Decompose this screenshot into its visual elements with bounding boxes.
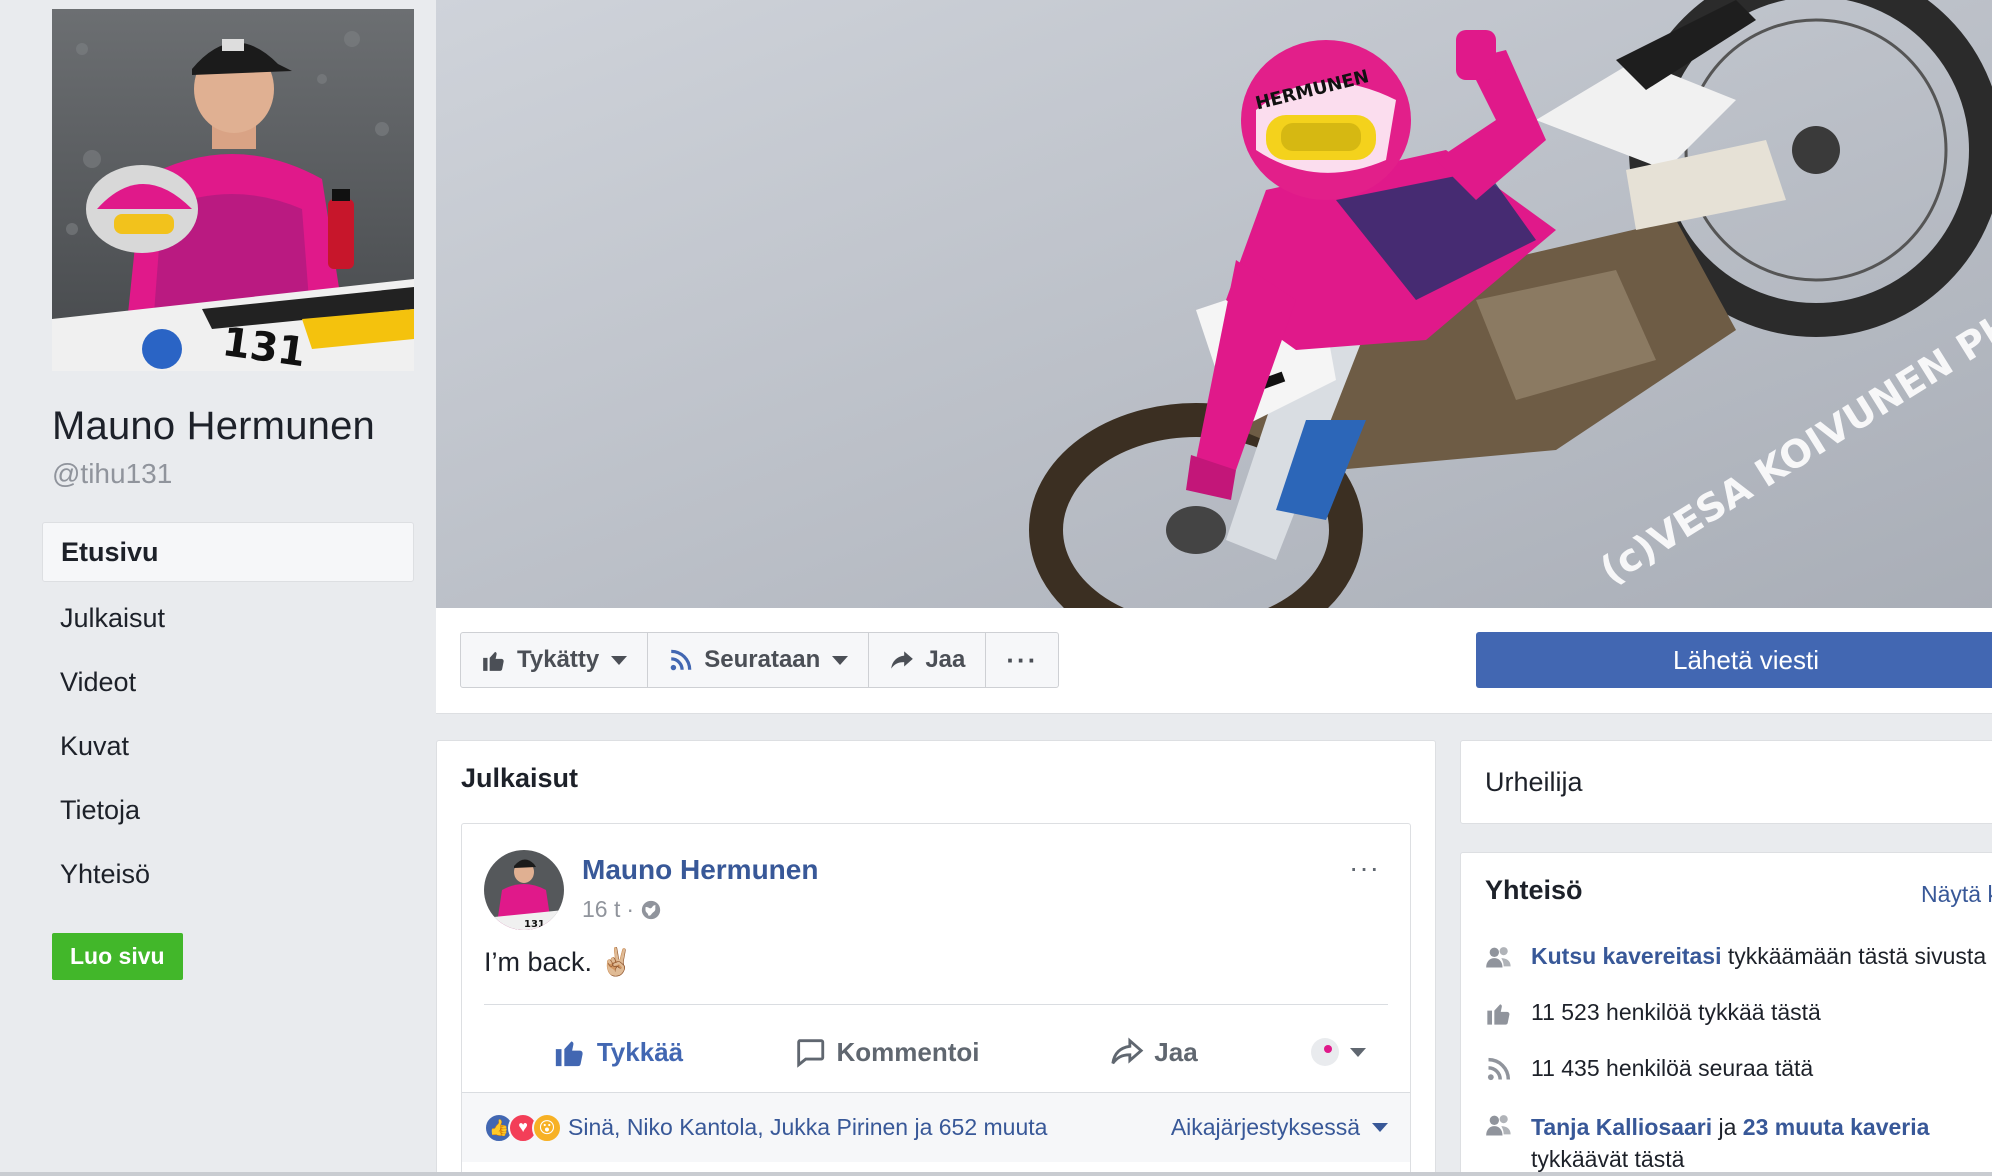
more-friends-link[interactable]: 23 muuta kaveria <box>1743 1114 1930 1140</box>
like-button[interactable]: Tykkää <box>484 1035 752 1069</box>
reaction-icons[interactable]: 👍 ♥ 😮 <box>484 1112 562 1143</box>
posts-heading[interactable]: Julkaisut <box>461 763 578 794</box>
invite-friends-row: Kutsu kavereitasi tykkäämään tästä sivus… <box>1485 943 1986 971</box>
post-options-button[interactable]: ··· <box>1349 852 1380 884</box>
share-label: Jaa <box>925 646 966 673</box>
comment-button[interactable]: Kommentoi <box>752 1035 1020 1069</box>
comment-icon <box>796 1039 824 1068</box>
reactions-bar: 👍 ♥ 😮 Sinä, Niko Kantola, Jukka Pirinen … <box>462 1092 1410 1162</box>
cover-photo-illustration: 1 HERMUNEN (c)VESA KOIVUNEN PHOTOGRAPHY <box>436 0 1992 608</box>
left-navigation: Etusivu Julkaisut Videot Kuvat Tietoja Y… <box>42 522 414 906</box>
reactions-summary[interactable]: Sinä, Niko Kantola, Jukka Pirinen ja 652… <box>568 1114 1047 1141</box>
follows-count-text: 11 435 henkilöä seuraa tätä <box>1531 1055 1814 1081</box>
post-meta: 16 t · <box>582 896 662 923</box>
chevron-down-icon <box>611 655 628 665</box>
see-all-link[interactable]: Näytä kaikki <box>1921 881 1992 908</box>
friend-link[interactable]: Tanja Kalliosaari <box>1531 1114 1712 1140</box>
likes-count-row: 11 523 henkilöä tykkää tästä <box>1485 999 1821 1027</box>
share-arrow-icon <box>891 651 914 669</box>
post-card: 131 Mauno Hermunen 16 t · ··· I’m back. … <box>461 823 1411 1176</box>
likes-count-text: 11 523 henkilöä tykkää tästä <box>1531 999 1821 1025</box>
post-author-avatar[interactable]: 131 <box>484 850 564 930</box>
thumbs-up-icon <box>555 1041 583 1067</box>
profile-photo-illustration: 131 <box>52 9 414 371</box>
comment-label: Kommentoi <box>836 1036 980 1067</box>
rss-icon <box>670 649 692 671</box>
friends-like-text: tykkäävät tästä <box>1531 1146 1685 1172</box>
posts-section: Julkaisut 131 Mauno Hermunen 16 t · ··· … <box>436 740 1436 1176</box>
create-page-button[interactable]: Luo sivu <box>52 933 183 980</box>
reaction-identity-selector[interactable] <box>1288 1037 1388 1067</box>
send-message-button[interactable]: Lähetä viesti <box>1476 632 1992 688</box>
meta-separator: · <box>626 896 635 922</box>
thumbs-up-icon <box>483 651 504 671</box>
following-button[interactable]: Seurataan <box>648 633 870 687</box>
globe-icon[interactable] <box>640 899 662 921</box>
nav-item-etusivu[interactable]: Etusivu <box>42 522 414 582</box>
page-avatar-icon <box>1311 1038 1339 1066</box>
thumbs-up-icon <box>1487 1004 1510 1025</box>
post-author-name[interactable]: Mauno Hermunen <box>582 854 818 886</box>
friends-icon <box>1486 1115 1511 1136</box>
page-actions-group: Tykätty Seurataan Jaa ··· <box>460 632 1060 688</box>
nav-item-kuvat[interactable]: Kuvat <box>42 714 414 778</box>
community-card: Yhteisö Näytä kaikki Kutsu kavereitasi t… <box>1460 852 1992 1176</box>
rss-icon <box>1487 1057 1511 1081</box>
friends-join-text: ja <box>1718 1114 1737 1140</box>
category-card: Urheilija <box>1460 740 1992 824</box>
liked-button[interactable]: Tykätty <box>461 633 649 687</box>
share-arrow-icon <box>1111 1037 1144 1065</box>
friends-icon <box>1486 947 1511 968</box>
chevron-down-icon <box>832 655 849 665</box>
invite-text: tykkäämään tästä sivusta <box>1727 943 1987 969</box>
share-page-button[interactable]: Jaa <box>869 633 987 687</box>
wow-reaction-icon: 😮 <box>532 1112 562 1143</box>
comment-sort-dropdown[interactable]: Aikajärjestyksessä <box>1171 1114 1388 1141</box>
like-label: Tykkää <box>596 1036 684 1067</box>
post-text: I’m back. ✌🏼 <box>484 947 634 977</box>
share-post-button[interactable]: Jaa <box>1020 1035 1288 1069</box>
sort-label: Aikajärjestyksessä <box>1170 1114 1360 1140</box>
more-options-button[interactable]: ··· <box>986 633 1058 687</box>
nav-item-tietoja[interactable]: Tietoja <box>42 778 414 842</box>
chevron-down-icon <box>1372 1123 1388 1132</box>
divider <box>484 1004 1388 1005</box>
avatar-illustration: 131 <box>484 850 564 930</box>
liked-label: Tykätty <box>517 646 600 673</box>
following-label: Seurataan <box>704 646 821 673</box>
svg-text:131: 131 <box>524 919 545 930</box>
follows-count-row: 11 435 henkilöä seuraa tätä <box>1485 1055 1813 1083</box>
page-category[interactable]: Urheilija <box>1485 767 1583 798</box>
page-name[interactable]: Mauno Hermunen <box>52 404 375 449</box>
share-label: Jaa <box>1154 1036 1198 1067</box>
nav-item-julkaisut[interactable]: Julkaisut <box>42 586 414 650</box>
cover-photo[interactable]: 1 HERMUNEN (c)VESA KOIVUNEN PHOTOGRAPHY <box>436 0 1992 608</box>
profile-picture[interactable]: 131 <box>52 9 414 371</box>
left-column: 131 Mauno Hermunen @tihu131 Etusivu Julk… <box>0 0 436 1176</box>
window-bottom-edge <box>0 1172 1992 1176</box>
nav-item-videot[interactable]: Videot <box>42 650 414 714</box>
chevron-down-icon <box>1350 1047 1366 1057</box>
post-timestamp[interactable]: 16 t <box>582 896 620 923</box>
friends-like-row: Tanja Kalliosaari ja 23 muuta kaveria ty… <box>1485 1111 1929 1175</box>
community-title[interactable]: Yhteisö <box>1485 875 1583 906</box>
invite-friends-link[interactable]: Kutsu kavereitasi <box>1531 943 1721 969</box>
page-handle[interactable]: @tihu131 <box>52 458 172 490</box>
more-dots-icon: ··· <box>1006 644 1039 675</box>
page-action-bar: Tykätty Seurataan Jaa ··· Lähetä viesti <box>436 608 1992 714</box>
nav-item-yhteiso[interactable]: Yhteisö <box>42 842 414 906</box>
post-action-row: Tykkää Kommentoi Jaa <box>484 1014 1388 1090</box>
